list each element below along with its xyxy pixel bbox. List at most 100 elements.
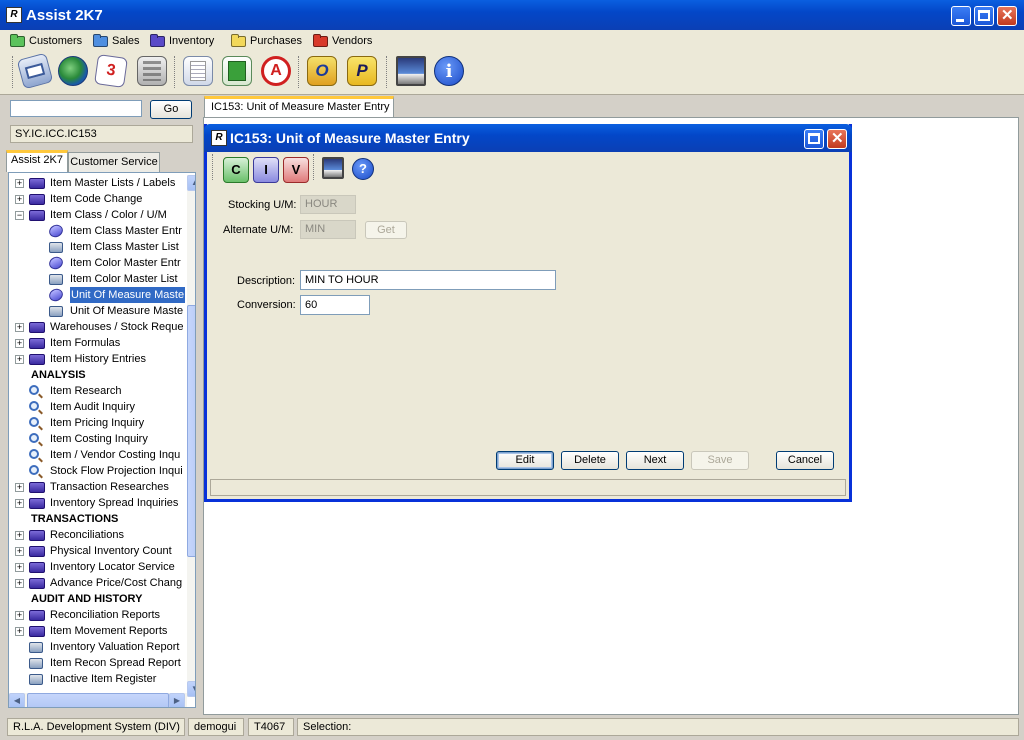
minimize-button[interactable] — [951, 6, 971, 26]
description-field[interactable]: MIN TO HOUR — [300, 270, 556, 290]
expand-icon[interactable]: + — [15, 323, 24, 332]
magnifier-icon — [29, 449, 39, 459]
tree-item[interactable]: Item / Vendor Costing Inqu — [9, 447, 187, 463]
expand-icon[interactable]: + — [15, 611, 24, 620]
outlook-icon[interactable]: O — [307, 56, 337, 86]
tab-ic153-document[interactable]: IC153: Unit of Measure Master Entry — [204, 96, 394, 117]
collapse-icon[interactable]: − — [15, 211, 24, 220]
tree-item[interactable]: Stock Flow Projection Inqui — [9, 463, 187, 479]
next-button[interactable]: Next — [626, 451, 684, 470]
report-icon[interactable] — [183, 56, 213, 86]
scroll-down-button[interactable]: ▼ — [187, 681, 195, 697]
menu-sales[interactable]: Sales — [93, 33, 140, 49]
menu-inventory[interactable]: Inventory — [150, 33, 214, 49]
publisher-icon[interactable]: P — [347, 56, 377, 86]
customer-lookup-icon[interactable]: C — [223, 157, 249, 183]
scroll-up-button[interactable]: ▲ — [187, 175, 195, 191]
calendar-icon[interactable]: 3 — [94, 54, 128, 88]
menu-customers[interactable]: Customers — [10, 33, 82, 49]
dialog-status-bar — [210, 479, 846, 496]
expand-icon[interactable]: + — [15, 355, 24, 364]
tree-item[interactable]: Item Color Master List — [9, 271, 187, 287]
scroll-right-button[interactable]: ▶ — [169, 693, 185, 707]
expand-icon[interactable]: + — [15, 499, 24, 508]
tree-item-label: Stock Flow Projection Inqui — [50, 465, 183, 477]
delete-button[interactable]: Delete — [561, 451, 619, 470]
expand-icon[interactable]: + — [15, 179, 24, 188]
tree-item[interactable]: + Physical Inventory Count — [9, 543, 187, 559]
tree-item[interactable]: − Item Class / Color / U/M — [9, 207, 187, 223]
horizontal-scroll-thumb[interactable] — [27, 693, 169, 707]
tree-item[interactable]: + Item Formulas — [9, 335, 187, 351]
mail-icon[interactable] — [16, 52, 54, 90]
tree-item[interactable]: + Item Code Change — [9, 191, 187, 207]
close-button[interactable]: ✕ — [997, 6, 1017, 26]
tree-item[interactable]: + Reconciliation Reports — [9, 607, 187, 623]
save-button[interactable]: Save — [691, 451, 749, 470]
screenshot-icon[interactable] — [396, 56, 426, 86]
tree-item[interactable]: + Reconciliations — [9, 527, 187, 543]
menu-purchases[interactable]: Purchases — [231, 33, 302, 49]
tree-item[interactable]: + Advance Price/Cost Chang — [9, 575, 187, 591]
tree-item[interactable]: Item Pricing Inquiry — [9, 415, 187, 431]
pdf-icon[interactable]: A — [261, 56, 291, 86]
tree-item[interactable]: + Warehouses / Stock Reque — [9, 319, 187, 335]
info-icon[interactable]: i — [434, 56, 464, 86]
tree-item[interactable]: Inactive Item Register — [9, 671, 187, 687]
expand-icon[interactable]: + — [15, 579, 24, 588]
tree-item[interactable]: + Inventory Locator Service — [9, 559, 187, 575]
tab-customer-service[interactable]: Customer Service — [68, 152, 160, 172]
expand-icon[interactable]: + — [15, 627, 24, 636]
tree-item[interactable]: Item Research — [9, 383, 187, 399]
dialog-close-button[interactable]: ✕ — [827, 129, 847, 149]
maximize-button[interactable] — [974, 6, 994, 26]
spreadsheet-icon[interactable] — [222, 56, 252, 86]
folder-icon — [29, 482, 45, 493]
tree-item[interactable]: Unit Of Measure Maste — [9, 303, 187, 319]
cancel-button[interactable]: Cancel — [776, 451, 834, 470]
dialog-screenshot-icon[interactable] — [322, 157, 344, 179]
tree-item[interactable]: + Inventory Spread Inquiries — [9, 495, 187, 511]
tree-item[interactable]: + Item History Entries — [9, 351, 187, 367]
tree-item[interactable]: Item Color Master Entr — [9, 254, 187, 272]
main-toolbar: 3 A O P i — [0, 50, 1024, 95]
expand-icon[interactable]: + — [15, 195, 24, 204]
go-button[interactable]: Go — [150, 100, 192, 119]
expand-icon[interactable]: + — [15, 483, 24, 492]
tree-item[interactable]: Item Class Master Entr — [9, 222, 187, 240]
tree-item-label: Item Audit Inquiry — [50, 401, 135, 413]
tree-item[interactable]: Unit Of Measure Maste — [9, 286, 187, 304]
dialog-maximize-button[interactable] — [804, 129, 824, 149]
tab-assist-2k7[interactable]: Assist 2K7 — [6, 150, 68, 172]
tree-item-label: Item Formulas — [50, 337, 121, 349]
expand-icon[interactable]: + — [15, 563, 24, 572]
status-selection: Selection: — [297, 718, 1019, 736]
calculator-icon[interactable] — [137, 56, 167, 86]
item-lookup-icon[interactable]: I — [253, 157, 279, 183]
edit-button[interactable]: Edit — [496, 451, 554, 470]
get-button[interactable]: Get — [365, 221, 407, 239]
conversion-field[interactable]: 60 — [300, 295, 370, 315]
globe-icon[interactable] — [58, 56, 88, 86]
tree-item[interactable]: Item Costing Inquiry — [9, 431, 187, 447]
tree-item[interactable]: + Item Movement Reports — [9, 623, 187, 639]
tree-item[interactable]: + Item Master Lists / Labels — [9, 175, 187, 191]
scroll-thumb[interactable] — [187, 305, 195, 557]
help-icon[interactable]: ? — [352, 158, 374, 180]
tree-item[interactable]: Inventory Valuation Report — [9, 639, 187, 655]
scroll-left-button[interactable]: ◀ — [9, 693, 25, 707]
tree-horizontal-scrollbar[interactable]: ◀ ▶ — [9, 693, 187, 707]
vendor-lookup-icon[interactable]: V — [283, 157, 309, 183]
search-input[interactable] — [10, 100, 142, 117]
tree-item[interactable]: + Transaction Researches — [9, 479, 187, 495]
tree-item[interactable]: Item Audit Inquiry — [9, 399, 187, 415]
tree-item[interactable]: Item Class Master List — [9, 239, 187, 255]
printer-icon — [29, 658, 43, 669]
expand-icon[interactable]: + — [15, 339, 24, 348]
menu-vendors[interactable]: Vendors — [313, 33, 372, 49]
tree-item-label: Item Research — [50, 385, 122, 397]
expand-icon[interactable]: + — [15, 531, 24, 540]
expand-icon[interactable]: + — [15, 547, 24, 556]
tree-item[interactable]: Item Recon Spread Report — [9, 655, 187, 671]
tree-vertical-scrollbar[interactable]: ▲ ▼ — [187, 175, 195, 697]
